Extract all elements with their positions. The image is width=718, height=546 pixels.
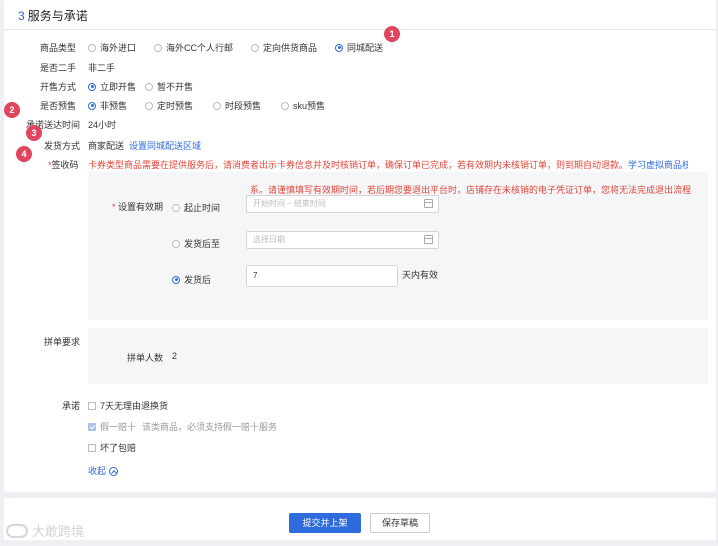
watermark: 大敢跨境 bbox=[6, 521, 84, 540]
start-time-placeholder: 开始时间 bbox=[253, 199, 285, 208]
radio-label: 非预售 bbox=[100, 101, 128, 111]
radio-not-selling[interactable]: 暂不开售 bbox=[145, 80, 193, 93]
radio-label: 海外进口 bbox=[100, 43, 137, 53]
checkbox-label: 假一赔十 bbox=[100, 422, 137, 432]
radio-circle bbox=[154, 43, 162, 52]
chevron-up-icon bbox=[109, 467, 119, 477]
radio-label: 立即开售 bbox=[100, 82, 137, 92]
submit-and-list-button[interactable]: 提交并上架 bbox=[289, 513, 361, 533]
radio-no-presale[interactable]: 非预售 bbox=[88, 99, 127, 112]
service-promise-card: 3 服务与承诺 商品类型 海外进口 海外CC个人行邮 定向供货商品 同城配送 1 … bbox=[4, 0, 716, 492]
radio-label: 发货后至 bbox=[184, 239, 221, 249]
section-number: 3 bbox=[18, 9, 25, 23]
valid-days-input[interactable]: 7 bbox=[246, 265, 398, 287]
calendar-icon bbox=[424, 235, 433, 244]
virtual-goods-tutorial-link[interactable]: 学习虚拟商品核销教程 bbox=[628, 160, 688, 170]
shipping-label: 发货方式 bbox=[44, 141, 81, 151]
radio-overseas-cc[interactable]: 海外CC个人行邮 bbox=[154, 41, 233, 54]
radio-circle-selected bbox=[335, 43, 343, 52]
annotation-badge-1: 1 bbox=[384, 26, 400, 42]
radio-label: 定向供货商品 bbox=[263, 43, 318, 53]
promise-label: 承诺 bbox=[62, 401, 81, 411]
group-size-label: 拼单人数 bbox=[127, 353, 164, 363]
radio-label: 定时预售 bbox=[157, 101, 194, 111]
checkbox-label: 7天无理由退换货 bbox=[100, 401, 169, 411]
group-buy-label: 拼单要求 bbox=[44, 337, 81, 347]
radio-circle bbox=[172, 239, 180, 248]
radio-circle bbox=[145, 101, 153, 110]
radio-circle bbox=[251, 43, 259, 52]
delivery-time-value: 24小时 bbox=[88, 120, 117, 130]
checkbox-7-day-return[interactable]: 7天无理由退换货 bbox=[88, 399, 168, 412]
calendar-icon bbox=[424, 199, 433, 208]
required-mark: * bbox=[112, 202, 116, 212]
radio-period-presale[interactable]: 时段预售 bbox=[213, 99, 261, 112]
radio-local-delivery[interactable]: 同城配送 bbox=[335, 41, 383, 54]
sale-mode-label: 开售方式 bbox=[40, 82, 77, 92]
collapse-link[interactable]: 收起 bbox=[88, 464, 119, 477]
radio-label: sku预售 bbox=[293, 101, 326, 111]
radio-circle-selected bbox=[88, 101, 96, 110]
radio-circle bbox=[213, 101, 221, 110]
validity-label-text: 设置有效期 bbox=[118, 202, 164, 212]
checkbox-label: 坏了包赔 bbox=[100, 443, 137, 453]
checkbox-damage-compensation[interactable]: 坏了包赔 bbox=[88, 441, 136, 454]
radio-overseas-import[interactable]: 海外进口 bbox=[88, 41, 136, 54]
radio-after-shipping[interactable]: 发货后 bbox=[172, 273, 211, 286]
radio-sku-presale[interactable]: sku预售 bbox=[281, 99, 325, 112]
select-date-placeholder: 选择日期 bbox=[253, 235, 285, 244]
section-title: 3 服务与承诺 bbox=[18, 7, 88, 24]
watermark-logo-icon bbox=[6, 523, 28, 538]
shipping-value: 商家配送 bbox=[88, 141, 125, 151]
radio-after-shipping-until[interactable]: 发货后至 bbox=[172, 237, 220, 250]
radio-label: 暂不开售 bbox=[157, 82, 194, 92]
select-date-input[interactable]: 选择日期 bbox=[246, 231, 439, 249]
checkbox-note: 该类商品，必须支持假一赔十服务 bbox=[142, 422, 278, 432]
radio-directed-supply[interactable]: 定向供货商品 bbox=[251, 41, 317, 54]
set-delivery-area-link[interactable]: 设置同城配送区域 bbox=[129, 139, 201, 152]
radio-label: 起止时间 bbox=[184, 203, 221, 213]
coupon-label-text: 签收码 bbox=[51, 160, 79, 170]
product-type-label: 商品类型 bbox=[40, 43, 77, 53]
radio-circle bbox=[281, 101, 289, 110]
group-size-value: 2 bbox=[172, 351, 178, 361]
annotation-badge-3: 3 bbox=[26, 125, 42, 141]
radio-circle bbox=[145, 82, 153, 91]
checkbox-box-checked-disabled bbox=[88, 422, 96, 431]
range-separator: – bbox=[287, 199, 292, 208]
annotation-badge-4: 4 bbox=[16, 146, 32, 162]
second-hand-value: 非二手 bbox=[88, 63, 116, 73]
section-title-text: 服务与承诺 bbox=[27, 9, 88, 23]
radio-timed-presale[interactable]: 定时预售 bbox=[145, 99, 193, 112]
watermark-text: 大敢跨境 bbox=[32, 524, 85, 539]
valid-days-suffix: 天内有效 bbox=[402, 270, 439, 280]
checkbox-box bbox=[88, 401, 96, 410]
save-draft-button[interactable]: 保存草稿 bbox=[370, 513, 430, 533]
radio-circle bbox=[172, 203, 180, 212]
coupon-notice: 卡券类型商品需要在提供服务后，请消费者出示卡券信息并及时核销订单，确保订单已完成… bbox=[88, 158, 688, 171]
radio-label: 海外CC个人行邮 bbox=[166, 43, 233, 53]
coupon-label: *签收码 bbox=[48, 158, 79, 171]
radio-label: 同城配送 bbox=[347, 43, 384, 53]
radio-circle-selected bbox=[88, 82, 96, 91]
coupon-notice-text: 卡券类型商品需要在提供服务后，请消费者出示卡券信息并及时核销订单，确保订单已完成… bbox=[88, 160, 629, 170]
radio-circle bbox=[88, 43, 96, 52]
radio-circle-selected bbox=[172, 275, 180, 284]
end-time-placeholder: 结束时间 bbox=[293, 199, 326, 208]
footer-bar: 提交并上架 保存草稿 bbox=[4, 498, 716, 540]
annotation-badge-2: 2 bbox=[4, 102, 20, 118]
checkbox-fake-compensation: 假一赔十 该类商品，必须支持假一赔十服务 bbox=[88, 420, 277, 433]
radio-label: 发货后 bbox=[184, 275, 212, 285]
date-range-input[interactable]: 开始时间 – 结束时间 bbox=[246, 195, 439, 213]
collapse-text: 收起 bbox=[88, 466, 107, 476]
validity-label: * 设置有效期 bbox=[112, 200, 163, 213]
second-hand-label: 是否二手 bbox=[40, 63, 77, 73]
group-buy-panel bbox=[88, 328, 708, 384]
section-divider bbox=[4, 29, 716, 30]
radio-label: 时段预售 bbox=[225, 101, 262, 111]
checkbox-box bbox=[88, 443, 96, 452]
presale-label: 是否预售 bbox=[40, 101, 77, 111]
radio-start-end-time[interactable]: 起止时间 bbox=[172, 201, 220, 214]
radio-sell-now[interactable]: 立即开售 bbox=[88, 80, 136, 93]
